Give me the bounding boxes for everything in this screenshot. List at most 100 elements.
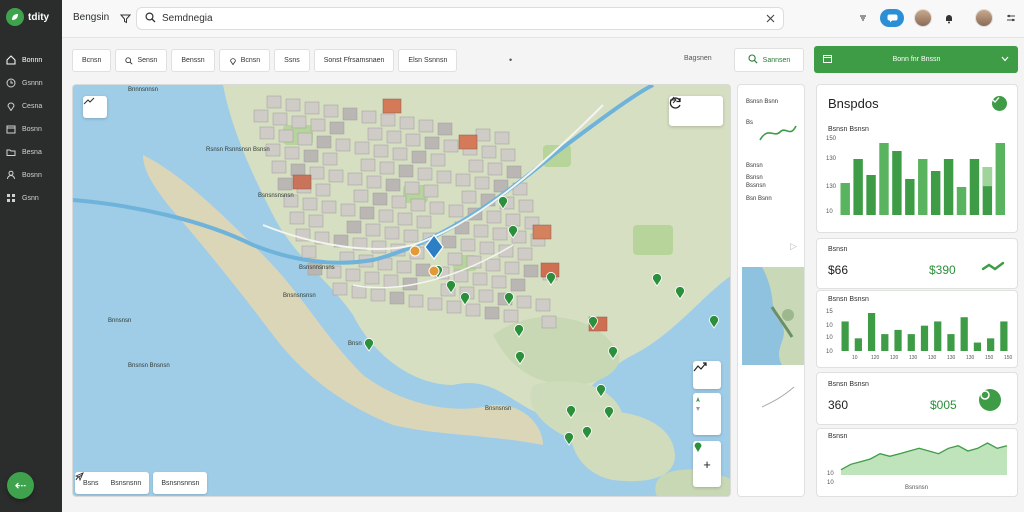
top-bar: Bengsin bbox=[62, 0, 1024, 38]
arrow-right-icon[interactable] bbox=[669, 96, 677, 104]
filter-chip[interactable]: Bcnsn bbox=[72, 49, 112, 72]
refresh-icon[interactable] bbox=[979, 389, 1001, 411]
city-block bbox=[310, 118, 326, 132]
search-icon bbox=[125, 56, 134, 65]
area-tick: 10 bbox=[827, 480, 834, 486]
stat-delta: $390 bbox=[929, 263, 956, 277]
filter-chip[interactable]: Elsn Ssnnsn bbox=[398, 49, 458, 72]
trend-icon[interactable] bbox=[693, 361, 721, 389]
city-block bbox=[510, 278, 526, 292]
detail-row: Bsnsn bbox=[746, 163, 763, 169]
bell-icon[interactable] bbox=[942, 11, 956, 25]
saved-search-button[interactable]: Sannsen bbox=[734, 48, 804, 72]
compose-button[interactable]: ⇠ bbox=[7, 472, 34, 499]
city-block bbox=[303, 149, 319, 163]
settings-sliders-icon[interactable] bbox=[1004, 11, 1018, 25]
compass-icon[interactable] bbox=[693, 393, 721, 435]
rail-item[interactable]: Besna bbox=[6, 144, 56, 160]
filter-icon[interactable] bbox=[119, 12, 131, 24]
city-block bbox=[415, 263, 431, 277]
rail-item[interactable]: Gsnnn bbox=[6, 75, 56, 91]
map-layer-control[interactable] bbox=[669, 96, 723, 126]
overview-bar bbox=[866, 175, 876, 215]
map-thumbnail[interactable] bbox=[742, 267, 804, 365]
logo-text: tdity bbox=[28, 11, 50, 23]
map-canvas[interactable] bbox=[73, 85, 731, 497]
city-block bbox=[479, 241, 495, 255]
sort-icon[interactable] bbox=[856, 11, 870, 25]
rail-item[interactable]: Gsnn bbox=[6, 190, 56, 206]
arrow-left-icon: ⇠ bbox=[14, 477, 27, 493]
rail-item[interactable]: Bosnn bbox=[6, 121, 56, 137]
rail-item[interactable]: Bonnn bbox=[6, 52, 56, 68]
city-block bbox=[304, 101, 320, 115]
city-block bbox=[335, 138, 351, 152]
city-block bbox=[367, 127, 383, 141]
filter-chip[interactable]: Ssns bbox=[274, 49, 310, 72]
city-block bbox=[485, 258, 501, 272]
city-block bbox=[423, 184, 439, 198]
city-block bbox=[378, 209, 394, 223]
city-block bbox=[285, 98, 301, 112]
search-bar[interactable] bbox=[136, 7, 784, 30]
collapse-icon[interactable] bbox=[83, 96, 107, 118]
city-block bbox=[474, 176, 490, 190]
zoom-controls[interactable]: + bbox=[693, 441, 721, 487]
overview-bar bbox=[930, 171, 941, 215]
more-filters[interactable]: • bbox=[509, 55, 512, 65]
message-toggle[interactable] bbox=[880, 9, 904, 27]
city-block bbox=[486, 210, 502, 224]
location-pin[interactable] bbox=[364, 338, 374, 352]
city-block bbox=[491, 275, 507, 289]
filter-chip[interactable]: Sonst Ffrsamsnaen bbox=[313, 49, 395, 72]
highlighted-building bbox=[458, 134, 478, 150]
map-view[interactable]: Bnnnsnnsn Rsnsn Rsnnsnsn Bsnsn Bsnsnsnsnsn… bbox=[72, 84, 731, 497]
reset-link[interactable]: Bagsnen bbox=[684, 55, 712, 62]
stat-value: 360 bbox=[828, 398, 849, 412]
left-rail: tdity Bonnn Gsnnn Cesna Bosnn Besna Bosnn Gsnn… bbox=[0, 0, 62, 512]
rail-item[interactable]: Cesna bbox=[6, 98, 56, 114]
filter-chip[interactable]: Benssn bbox=[171, 49, 215, 72]
city-block bbox=[541, 315, 557, 329]
expand-icon[interactable]: ▷ bbox=[790, 241, 797, 252]
bars2-bar bbox=[920, 325, 929, 351]
city-block bbox=[391, 195, 407, 209]
pin-icon bbox=[229, 57, 237, 65]
bars2-bar bbox=[907, 334, 915, 351]
city-block bbox=[301, 245, 317, 259]
city-block bbox=[430, 153, 446, 167]
rail-item[interactable]: Bosnn bbox=[6, 167, 56, 183]
map-bottom-item[interactable]: Bsns Bsnsnsnn bbox=[75, 472, 150, 494]
city-block bbox=[424, 136, 440, 150]
map-bottom-item[interactable]: Bsnsnsnnsn bbox=[75, 472, 208, 494]
zoom-in-icon[interactable]: + bbox=[703, 457, 711, 472]
map-label: Bnsnsn Bnsnsn bbox=[128, 363, 170, 369]
city-block bbox=[360, 158, 376, 172]
filter-chip[interactable]: Bcnsn bbox=[218, 49, 271, 72]
map-bottom-label: Bsnsnsnnsn bbox=[161, 479, 200, 487]
search-input[interactable] bbox=[162, 13, 759, 24]
city-block bbox=[351, 285, 367, 299]
city-block bbox=[478, 289, 494, 303]
location-pin[interactable] bbox=[709, 315, 719, 329]
city-block bbox=[455, 173, 471, 187]
city-block bbox=[481, 145, 497, 159]
filter-chip[interactable]: Sensn bbox=[115, 49, 168, 72]
overview-tick: 150 bbox=[826, 136, 837, 142]
pin-icon[interactable] bbox=[693, 441, 703, 453]
bars2-tick: 15 bbox=[826, 309, 833, 315]
primary-action-button[interactable]: Bonn fnr Bnssn bbox=[814, 46, 1018, 73]
city-block bbox=[506, 165, 522, 179]
avatar[interactable] bbox=[975, 9, 993, 27]
close-icon[interactable] bbox=[765, 14, 775, 24]
highlight-pin[interactable] bbox=[409, 245, 421, 257]
avatar[interactable] bbox=[914, 9, 932, 27]
overview-bar bbox=[879, 143, 889, 215]
highlight-pin[interactable] bbox=[428, 265, 440, 277]
logo[interactable]: tdity bbox=[6, 8, 49, 26]
city-block bbox=[404, 181, 420, 195]
map-label: Rsnsn Rsnnsnsn Bsnsn bbox=[206, 147, 270, 153]
city-block bbox=[494, 131, 510, 145]
bars-chart: 15 10 10 10 10 120 120 130 130 130 130 150 150 bbox=[826, 309, 1013, 361]
stat-value: $66 bbox=[828, 263, 849, 277]
